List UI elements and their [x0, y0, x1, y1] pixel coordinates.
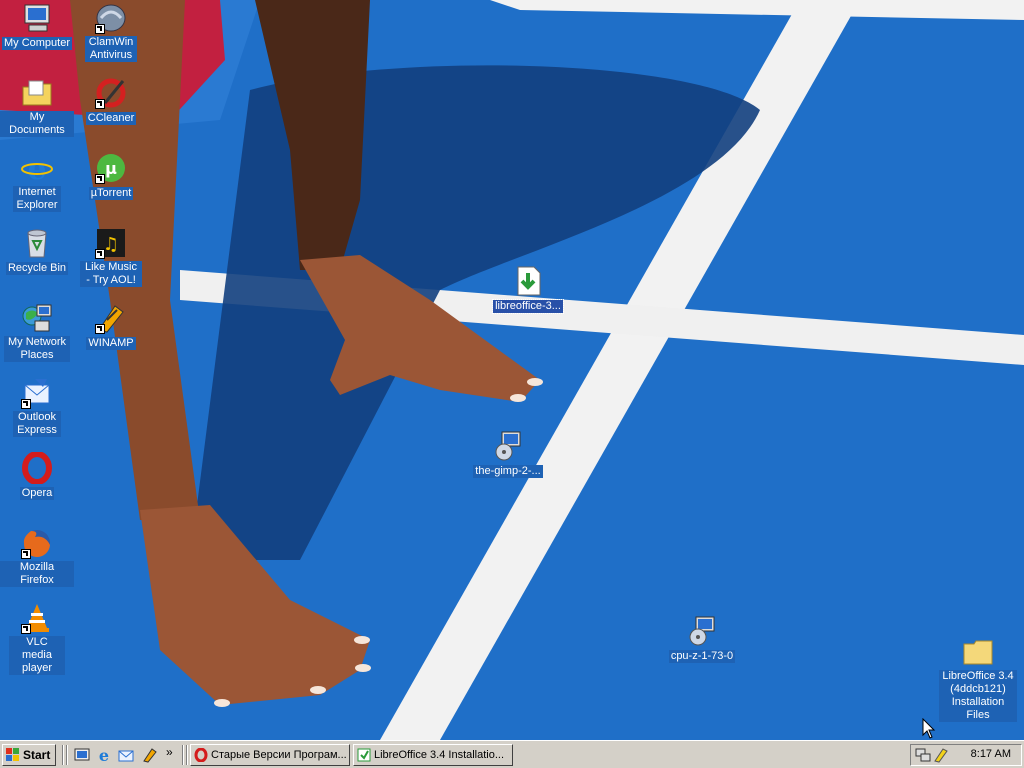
svg-text:♫: ♫ — [103, 234, 119, 255]
desktop-icon-label: WINAMP — [86, 337, 136, 350]
network-tray-icon[interactable] — [915, 747, 931, 763]
internet-explorer-icon[interactable]: e — [96, 746, 112, 765]
show-desktop-icon[interactable] — [74, 747, 90, 763]
aol-music-icon: ♫ — [95, 227, 127, 259]
desktop-icon-label: VLC media player — [9, 636, 65, 675]
desktop-icon-label: Like Music - Try AOL! — [80, 261, 142, 287]
power-tray-icon[interactable] — [933, 747, 949, 763]
desktop-icon-label: ClamWin Antivirus — [85, 36, 137, 62]
desktop-icon-utorrent[interactable]: µ µTorrent — [74, 152, 148, 200]
desktop-icon-label: Mozilla Firefox — [0, 561, 74, 587]
svg-text:e: e — [27, 152, 46, 184]
clock[interactable]: 8:17 AM — [971, 748, 1011, 760]
desktop-icon-libreoffice-download[interactable]: libreoffice-3... — [488, 265, 568, 314]
desktop-icon-vlc-media-player[interactable]: VLC media player — [0, 602, 74, 675]
desktop-icon-label: Opera — [19, 487, 55, 500]
desktop-icon-label: My Network Places — [4, 336, 70, 362]
firefox-icon — [21, 527, 53, 559]
mouse-cursor — [922, 718, 936, 739]
opera-icon — [194, 748, 208, 762]
internet-explorer-icon: e — [21, 152, 53, 184]
recycle-bin-icon — [21, 227, 53, 259]
wallpaper-image — [0, 0, 1024, 740]
svg-text:e: e — [99, 747, 109, 763]
windows-logo-icon — [6, 748, 19, 761]
desktop[interactable]: My Computer My Documents e Internet Expl… — [0, 0, 1024, 740]
desktop-icon-recycle-bin[interactable]: Recycle Bin — [0, 227, 74, 275]
folder-icon — [962, 636, 994, 668]
taskbar-separator — [62, 745, 64, 765]
taskbar-separator — [186, 745, 188, 765]
taskbar-button-label: Старые Версии Програм... — [211, 749, 347, 761]
desktop-icon-outlook-express[interactable]: Outlook Express — [0, 377, 74, 437]
desktop-icon-winamp[interactable]: WINAMP — [74, 302, 148, 350]
start-button[interactable]: Start — [2, 744, 56, 766]
desktop-icon-label: µTorrent — [88, 187, 134, 200]
clamwin-icon — [95, 2, 127, 34]
winamp-icon — [95, 302, 127, 334]
desktop-icon-libreoffice-install-folder[interactable]: LibreOffice 3.4 (4ddcb121) Installation … — [938, 636, 1018, 722]
desktop-icon-label: Recycle Bin — [5, 262, 69, 275]
ccleaner-icon — [95, 77, 127, 109]
utorrent-icon: µ — [95, 152, 127, 184]
desktop-icon-label: My Computer — [1, 37, 73, 50]
desktop-icon-opera[interactable]: Opera — [0, 452, 74, 500]
outlook-express-icon[interactable] — [118, 747, 134, 763]
desktop-icon-network-places[interactable]: My Network Places — [0, 302, 74, 362]
taskbar-separator — [66, 745, 68, 765]
desktop-icon-like-music-aol[interactable]: ♫ Like Music - Try AOL! — [74, 227, 148, 287]
desktop-icon-my-documents[interactable]: My Documents — [0, 77, 74, 137]
desktop-icon-cpu-z-installer[interactable]: cpu-z-1-73-0 — [664, 615, 740, 663]
desktop-icon-ccleaner[interactable]: CCleaner — [74, 77, 148, 125]
outlook-express-icon — [21, 377, 53, 409]
desktop-icon-label: cpu-z-1-73-0 — [668, 650, 736, 663]
my-computer-icon — [21, 2, 53, 34]
start-label: Start — [23, 748, 51, 762]
svg-text:µ: µ — [105, 159, 117, 178]
opera-icon — [21, 452, 53, 484]
desktop-icon-label: the-gimp-2-... — [473, 465, 543, 478]
winamp-icon[interactable] — [142, 747, 158, 763]
desktop-icon-gimp-installer[interactable]: the-gimp-2-... — [468, 430, 548, 478]
desktop-icon-label: My Documents — [0, 111, 74, 137]
desktop-icon-internet-explorer[interactable]: e Internet Explorer — [0, 152, 74, 212]
taskbar-button-label: LibreOffice 3.4 Installatio... — [374, 749, 505, 761]
taskbar-separator — [182, 745, 184, 765]
desktop-icon-my-computer[interactable]: My Computer — [0, 2, 74, 50]
desktop-icon-clamwin-antivirus[interactable]: ClamWin Antivirus — [74, 2, 148, 62]
installer-download-icon — [512, 265, 544, 297]
desktop-icon-label: LibreOffice 3.4 (4ddcb121) Installation … — [939, 670, 1017, 722]
setup-installer-icon — [686, 615, 718, 647]
taskbar-button-libreoffice-installer[interactable]: LibreOffice 3.4 Installatio... — [353, 744, 513, 766]
network-places-icon — [21, 302, 53, 334]
taskbar: Start e » Старые Версии Програм... Libre… — [0, 740, 1024, 768]
installer-icon — [357, 748, 371, 762]
vlc-icon — [21, 602, 53, 634]
desktop-icon-label: Outlook Express — [13, 411, 61, 437]
quick-launch-overflow-button[interactable]: » — [166, 745, 173, 759]
taskbar-button-opera[interactable]: Старые Версии Програм... — [190, 744, 350, 766]
my-documents-icon — [21, 77, 53, 109]
setup-installer-icon — [492, 430, 524, 462]
desktop-icon-mozilla-firefox[interactable]: Mozilla Firefox — [0, 527, 74, 587]
system-tray: 8:17 AM — [910, 744, 1022, 766]
desktop-icon-label: libreoffice-3... — [492, 299, 564, 314]
desktop-icon-label: CCleaner — [85, 112, 137, 125]
desktop-icon-label: Internet Explorer — [13, 186, 61, 212]
